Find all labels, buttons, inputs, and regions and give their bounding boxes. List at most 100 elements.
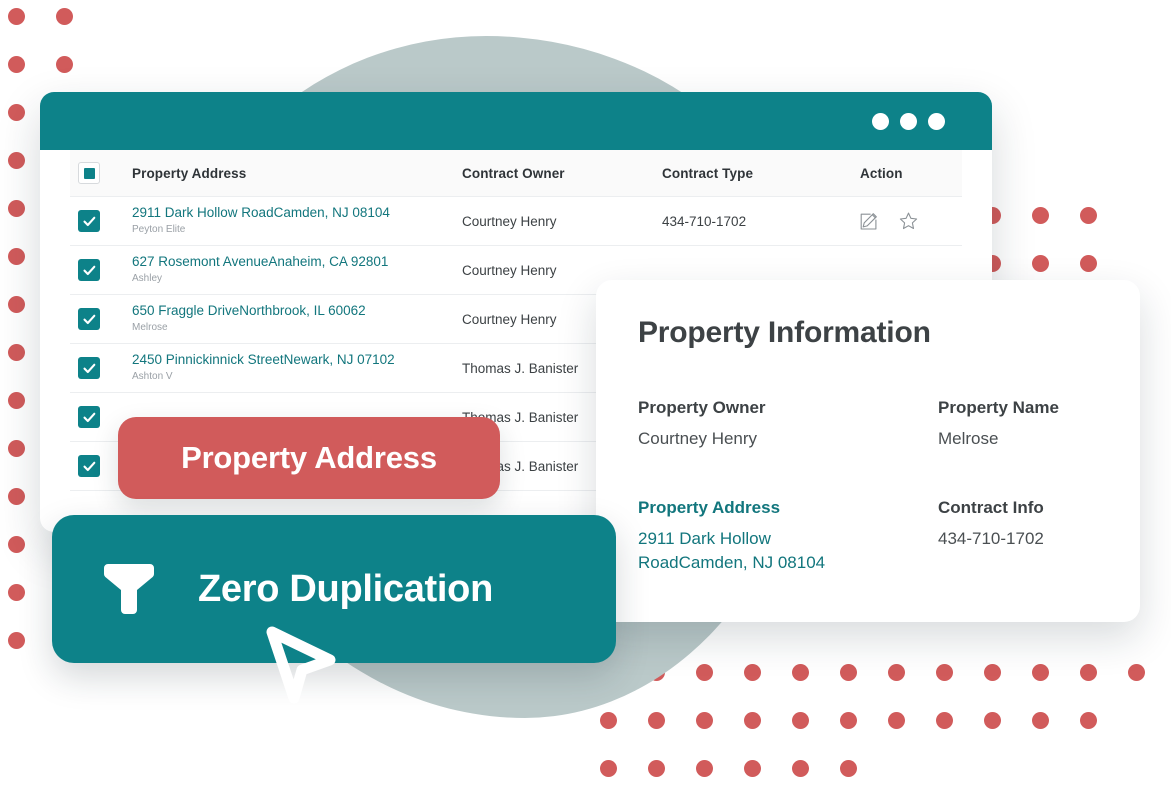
cell-address[interactable]: 627 Rosemont AvenueAnaheim, CA 92801 Ashl… — [132, 254, 462, 286]
titlebar-dot-2[interactable] — [900, 112, 917, 130]
decorative-dot — [792, 664, 809, 681]
decorative-dot — [1080, 207, 1097, 224]
decorative-dot — [8, 296, 25, 313]
row-checkbox[interactable] — [78, 455, 100, 477]
row-checkbox[interactable] — [78, 259, 100, 281]
property-information-title: Property Information — [638, 316, 931, 349]
row-checkbox[interactable] — [78, 210, 100, 232]
property-info-row-2: Property Address 2911 Dark Hollow RoadCa… — [638, 498, 1098, 576]
cell-address[interactable]: 2911 Dark Hollow RoadCamden, NJ 08104 Pey… — [132, 205, 462, 237]
decorative-dot — [600, 712, 617, 729]
decorative-dot — [1032, 664, 1049, 681]
cell-contract-type: 434-710-1702 — [662, 213, 747, 229]
property-information-card: Property Information Property Owner Cour… — [596, 280, 1140, 622]
decorative-dot — [8, 248, 25, 265]
titlebar-dot-1[interactable] — [872, 112, 889, 130]
decorative-dot — [984, 664, 1001, 681]
row-select-cell — [70, 210, 132, 232]
cell-address[interactable]: 2450 Pinnickinnick StreetNewark, NJ 0710… — [132, 352, 462, 384]
property-address-badge[interactable]: Property Address — [118, 417, 500, 499]
cell-address[interactable]: 650 Fraggle DriveNorthbrook, IL 60062 Mel… — [132, 303, 462, 335]
column-header-address[interactable]: Property Address — [132, 166, 462, 181]
decorative-dot — [696, 712, 713, 729]
decorative-dot — [56, 56, 73, 73]
cell-address-main[interactable]: 2911 Dark Hollow RoadCamden, NJ 08104 — [132, 205, 462, 222]
cell-action — [860, 212, 970, 230]
contract-info-label: Contract Info — [938, 497, 1044, 517]
window-titlebar — [40, 92, 992, 150]
cell-address-name: Peyton Elite — [132, 223, 186, 235]
header-select-cell — [70, 162, 132, 184]
property-address-badge-label: Property Address — [181, 440, 437, 475]
decorative-dot — [8, 392, 25, 409]
decorative-dot — [1032, 255, 1049, 272]
decorative-dot — [56, 8, 73, 25]
cell-address-main[interactable]: 650 Fraggle DriveNorthbrook, IL 60062 — [132, 303, 462, 320]
decorative-dot — [648, 760, 665, 777]
cell-address-main[interactable]: 2450 Pinnickinnick StreetNewark, NJ 0710… — [132, 352, 462, 369]
decorative-dot — [8, 56, 25, 73]
table-header-row: Property Address Contract Owner Contract… — [70, 150, 962, 197]
property-address-value: 2911 Dark Hollow RoadCamden, NJ 08104 — [638, 528, 826, 573]
edit-icon[interactable] — [860, 212, 877, 230]
decorative-dot — [648, 712, 665, 729]
contract-info-value: 434-710-1702 — [938, 528, 1044, 548]
zero-duplication-badge-label: Zero Duplication — [198, 567, 493, 610]
decorative-dot — [696, 664, 713, 681]
cell-address-main[interactable]: 627 Rosemont AvenueAnaheim, CA 92801 — [132, 254, 462, 271]
decorative-dot — [696, 760, 713, 777]
column-header-action: Action — [860, 165, 903, 181]
decorative-dot — [1080, 255, 1097, 272]
titlebar-dot-3[interactable] — [928, 112, 945, 130]
decorative-dot — [8, 152, 25, 169]
decorative-dot — [888, 712, 905, 729]
cell-owner: Courtney Henry — [462, 262, 557, 278]
decorative-dot — [8, 584, 25, 601]
cell-address-name: Ashley — [132, 272, 163, 284]
illustration-stage: Property Address Contract Owner Contract… — [0, 0, 1171, 810]
decorative-dot — [744, 760, 761, 777]
decorative-dot — [792, 712, 809, 729]
row-select-cell — [70, 357, 132, 379]
decorative-dot — [1128, 664, 1145, 681]
cell-owner: Courtney Henry — [462, 213, 557, 229]
row-checkbox[interactable] — [78, 406, 100, 428]
row-select-cell — [70, 308, 132, 330]
decorative-dot — [8, 488, 25, 505]
property-info-row-1: Property Owner Courtney Henry Property N… — [638, 398, 1098, 452]
decorative-dot — [8, 536, 25, 553]
select-all-checkbox[interactable] — [78, 162, 100, 184]
row-checkbox[interactable] — [78, 357, 100, 379]
property-address-label: Property Address — [638, 497, 781, 517]
decorative-dot — [8, 440, 25, 457]
cell-address-name: Melrose — [132, 321, 168, 333]
decorative-dot — [936, 712, 953, 729]
decorative-dot — [8, 632, 25, 649]
cursor-pointer-icon — [258, 620, 344, 710]
column-header-owner[interactable]: Contract Owner — [462, 166, 662, 181]
decorative-dot — [1080, 664, 1097, 681]
decorative-dot — [8, 200, 25, 217]
property-owner-field: Property Owner Courtney Henry — [638, 398, 938, 452]
column-header-type[interactable]: Contract Type — [662, 166, 860, 181]
table-row[interactable]: 2911 Dark Hollow RoadCamden, NJ 08104 Pey… — [70, 197, 962, 246]
decorative-dot — [840, 712, 857, 729]
star-icon[interactable] — [899, 212, 918, 230]
decorative-dot — [936, 664, 953, 681]
decorative-dot — [1080, 712, 1097, 729]
decorative-dot — [8, 8, 25, 25]
decorative-dot — [8, 104, 25, 121]
decorative-dot — [840, 664, 857, 681]
decorative-dot — [8, 344, 25, 361]
property-owner-value: Courtney Henry — [638, 429, 758, 448]
decorative-dot — [600, 760, 617, 777]
cell-address-name: Ashton V — [132, 370, 173, 382]
row-checkbox[interactable] — [78, 308, 100, 330]
decorative-dot — [984, 712, 1001, 729]
decorative-dot — [744, 664, 761, 681]
decorative-dot — [888, 664, 905, 681]
property-name-field: Property Name Melrose — [938, 398, 1059, 452]
decorative-dot — [744, 712, 761, 729]
property-owner-label: Property Owner — [638, 398, 766, 417]
property-name-label: Property Name — [938, 398, 1059, 417]
